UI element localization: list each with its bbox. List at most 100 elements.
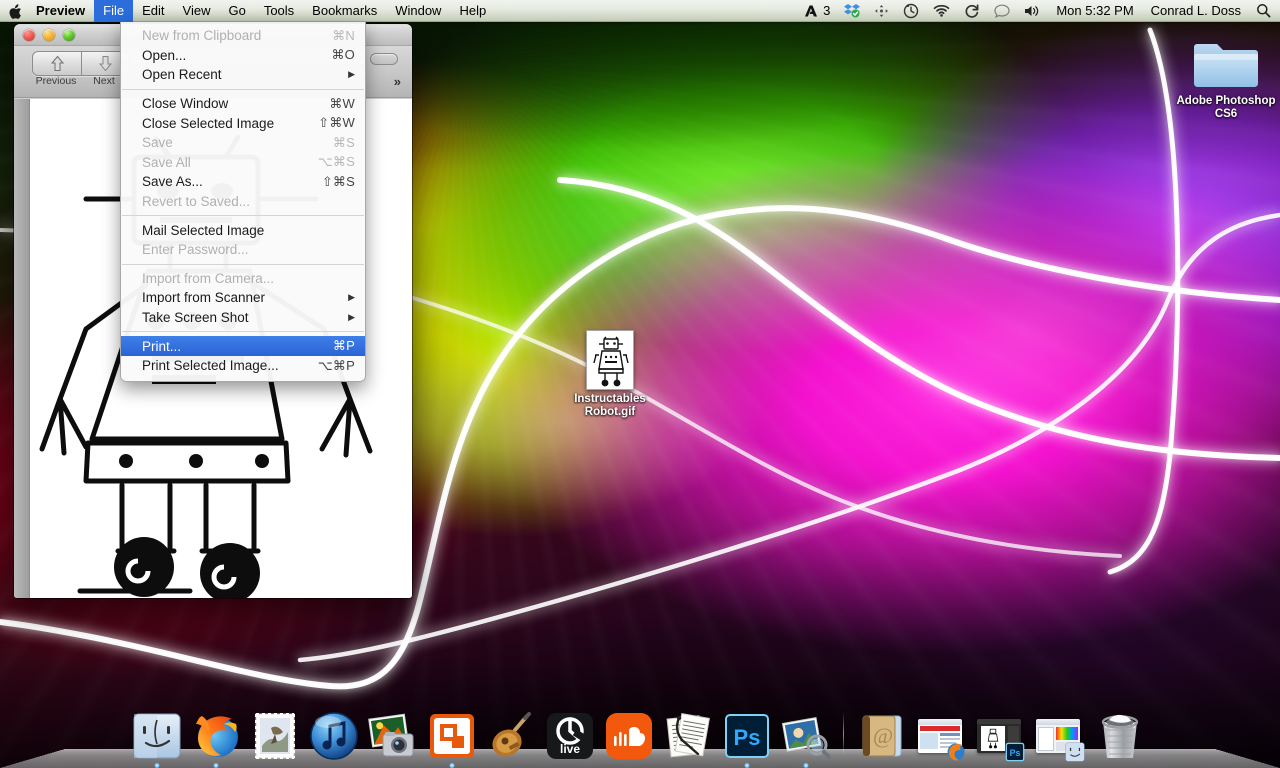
- window-controls: [23, 29, 75, 41]
- dock-item-mail[interactable]: [247, 706, 303, 762]
- menu-item-shortcut: ⇧⌘W: [318, 115, 355, 131]
- dock-minimized-firefox-window[interactable]: [912, 706, 968, 762]
- dock-item-trash[interactable]: [1089, 706, 1151, 762]
- running-indicator: [744, 763, 750, 768]
- notes-icon: [666, 713, 710, 758]
- menu-item-print-selected-image[interactable]: Print Selected Image... ⌥⌘P: [121, 356, 365, 376]
- dock-item-iphoto[interactable]: [365, 706, 421, 762]
- transmit-icon: [430, 714, 474, 758]
- address-book-icon: @: [862, 715, 902, 757]
- menu-separator: [122, 263, 364, 265]
- dock-item-firefox[interactable]: [188, 706, 244, 768]
- firefox-badge-icon: [947, 743, 965, 761]
- itunes-icon: [310, 712, 358, 760]
- menu-item-edit[interactable]: Edit: [133, 2, 173, 20]
- menu-item-label: Save As...: [142, 174, 203, 190]
- dock-item-garageband[interactable]: [483, 706, 539, 762]
- menu-item-file[interactable]: File: [94, 0, 134, 22]
- sidebar-strip: [14, 99, 30, 598]
- desktop-icon-adobe-photoshop-cs6-folder[interactable]: Adobe Photoshop CS6: [1168, 34, 1280, 121]
- menu-item-new-from-clipboard: New from Clipboard ⌘N: [121, 26, 365, 46]
- time-machine-icon[interactable]: [896, 0, 926, 22]
- dock-item-itunes[interactable]: [306, 706, 362, 762]
- menu-item-mail-selected-image[interactable]: Mail Selected Image: [121, 220, 365, 240]
- dock-minimized-photoshop-window[interactable]: Ps: [971, 706, 1027, 762]
- running-indicator: [803, 763, 809, 768]
- spotlight-search-icon[interactable]: [1249, 0, 1273, 22]
- desktop-icon-label-line1: Adobe Photoshop: [1176, 95, 1276, 107]
- mail-stamp-icon: [255, 713, 295, 759]
- menu-item-view[interactable]: View: [174, 2, 220, 20]
- toolbar-toggle-button[interactable]: [370, 53, 398, 65]
- menu-bar-user-name[interactable]: Conrad L. Doss: [1143, 3, 1249, 18]
- volume-icon[interactable]: [1017, 0, 1047, 22]
- menu-bar-clock[interactable]: Mon 5:32 PM: [1047, 3, 1142, 18]
- menu-item-save: Save ⌘S: [121, 133, 365, 153]
- menu-item-take-screen-shot[interactable]: Take Screen Shot ▶: [121, 308, 365, 328]
- file-menu-dropdown[interactable]: New from Clipboard ⌘N Open... ⌘O Open Re…: [120, 22, 366, 382]
- svg-text:Ps: Ps: [734, 725, 761, 750]
- previous-button[interactable]: [33, 52, 81, 75]
- dock-item-transmit[interactable]: [424, 706, 480, 768]
- firefox-icon: [196, 716, 238, 757]
- dock: live Ps @ Ps: [0, 688, 1280, 768]
- dock-item-soundcloud[interactable]: [601, 706, 657, 762]
- menu-item-shortcut: ⌥⌘P: [317, 357, 355, 373]
- menu-item-window[interactable]: Window: [386, 2, 450, 20]
- previous-label: Previous: [35, 75, 77, 87]
- menu-item-label: Take Screen Shot: [142, 310, 249, 326]
- close-button[interactable]: [23, 29, 35, 41]
- menu-item-open-recent[interactable]: Open Recent ▶: [121, 65, 365, 85]
- menu-app-name[interactable]: Preview: [34, 2, 94, 20]
- menu-item-close-window[interactable]: Close Window ⌘W: [121, 94, 365, 114]
- soundcloud-icon: [606, 713, 652, 759]
- menu-item-go[interactable]: Go: [219, 2, 254, 20]
- menu-bar-status-area: 3 Mon 5:32 PM Conrad L. Doss: [797, 0, 1280, 22]
- adobe-creative-cloud-icon[interactable]: [797, 0, 821, 22]
- desktop-icon-instructables-robot-gif[interactable]: Instructables Robot.gif: [552, 330, 668, 419]
- menu-item-import-from-camera: Import from Camera...: [121, 269, 365, 289]
- menu-item-label: Mail Selected Image: [142, 222, 265, 238]
- menu-item-help[interactable]: Help: [450, 2, 495, 20]
- menu-item-close-selected-image[interactable]: Close Selected Image ⇧⌘W: [121, 113, 365, 133]
- menu-item-print[interactable]: Print... ⌘P: [121, 336, 365, 356]
- dock-item-photoshop[interactable]: Ps: [719, 706, 775, 768]
- messages-bubble-icon[interactable]: [987, 0, 1017, 22]
- ableton-live-icon: live: [547, 713, 593, 759]
- dock-item-finder[interactable]: [129, 706, 185, 768]
- menu-item-open[interactable]: Open... ⌘O: [121, 46, 365, 66]
- menu-item-label: Print Selected Image...: [142, 358, 279, 374]
- toolbar-overflow-icon[interactable]: »: [394, 74, 401, 89]
- navigation-segmented-control[interactable]: [32, 51, 130, 76]
- menu-bar: Preview File Edit View Go Tools Bookmark…: [0, 0, 1280, 22]
- menu-item-bookmarks[interactable]: Bookmarks: [303, 2, 386, 20]
- photoshop-badge-icon: Ps: [1005, 742, 1025, 762]
- minimize-button[interactable]: [43, 29, 55, 41]
- menu-item-shortcut: ⌘P: [332, 338, 355, 354]
- notification-count-badge[interactable]: 3: [821, 0, 837, 22]
- menu-item-shortcut: ⇧⌘S: [321, 173, 355, 189]
- sync-icon[interactable]: [957, 0, 987, 22]
- dock-item-preview[interactable]: [778, 706, 834, 768]
- menu-item-shortcut: ⌘O: [331, 47, 355, 63]
- dock-item-ableton-live[interactable]: live: [542, 706, 598, 762]
- menu-item-save-as[interactable]: Save As... ⇧⌘S: [121, 172, 365, 192]
- svg-text:Ps: Ps: [1010, 748, 1021, 758]
- apple-menu[interactable]: [0, 3, 34, 19]
- menu-separator: [122, 331, 364, 333]
- robot-thumbnail-drawing: [593, 336, 629, 387]
- dock-item-address-book[interactable]: @: [853, 706, 909, 762]
- zoom-button[interactable]: [63, 29, 75, 41]
- running-indicator: [213, 763, 219, 768]
- wifi-icon[interactable]: [926, 0, 957, 22]
- dock-item-notes[interactable]: [660, 706, 716, 762]
- dropbox-icon[interactable]: [837, 0, 867, 22]
- bluetooth-share-icon[interactable]: [867, 0, 896, 22]
- dock-minimized-finder-window[interactable]: [1030, 706, 1086, 762]
- menu-item-label: Revert to Saved...: [142, 194, 251, 210]
- menu-item-label: Save All: [142, 154, 191, 170]
- menu-item-import-from-scanner[interactable]: Import from Scanner ▶: [121, 288, 365, 308]
- menu-item-revert-to-saved: Revert to Saved...: [121, 192, 365, 212]
- dock-separator: [843, 712, 844, 756]
- menu-item-tools[interactable]: Tools: [255, 2, 303, 20]
